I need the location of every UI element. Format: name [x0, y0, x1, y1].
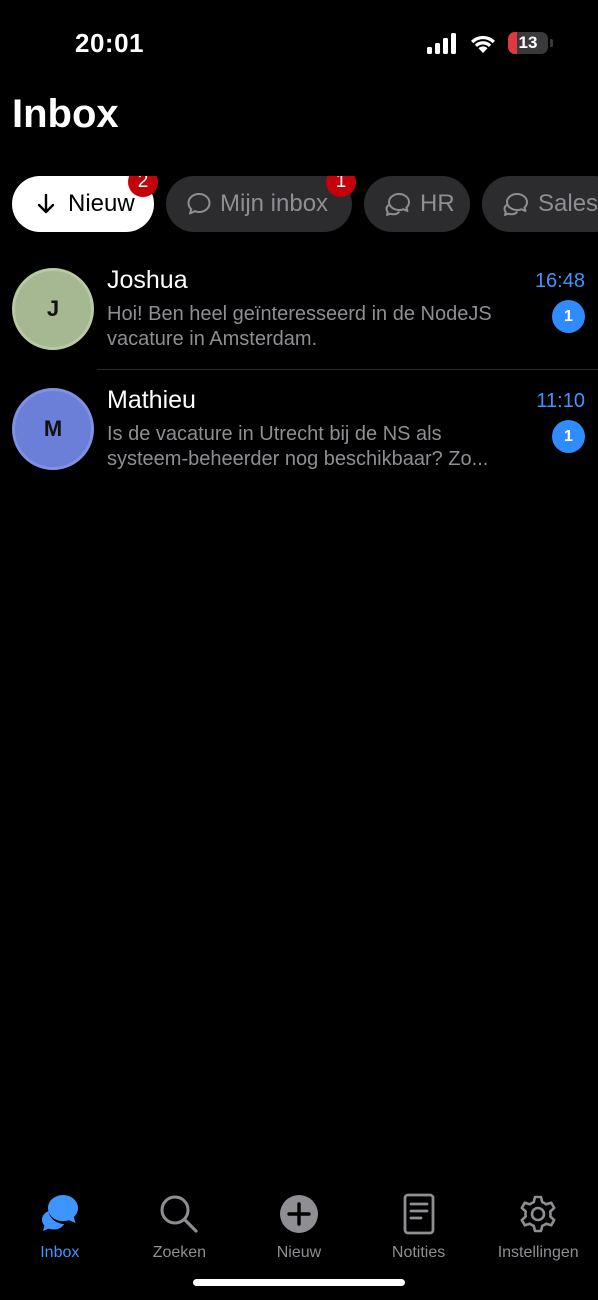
- tab-label: Inbox: [40, 1244, 80, 1261]
- tab-label: Nieuw: [276, 1244, 322, 1261]
- filter-chip-hr[interactable]: HR: [364, 176, 470, 232]
- status-bar: 20:01 13: [0, 0, 598, 90]
- unread-count-badge: 1: [326, 176, 356, 197]
- filter-chip-label: Mijn inbox: [220, 190, 329, 217]
- conversation-list: J Joshua 16:48 Hoi! Ben heel geïnteresse…: [0, 250, 598, 490]
- filter-chip-label: HR: [420, 190, 455, 217]
- conversation-name: Mathieu: [107, 386, 196, 414]
- notes-icon: [403, 1193, 434, 1235]
- inbox-chat-icon: [41, 1195, 78, 1231]
- status-icons: 13: [426, 32, 553, 54]
- page-title: Inbox: [12, 92, 119, 136]
- unread-badge: 1: [552, 420, 585, 453]
- tab-label: Instellingen: [497, 1244, 579, 1261]
- chat-bubbles-icon: [503, 193, 528, 216]
- preview-line: Hoi! Ben heel geïnteresseerd in de NodeJ…: [107, 303, 492, 325]
- plus-circle-icon: [279, 1195, 318, 1233]
- tab-bar: Inbox Zoeken Nieuw Notities Instellingen: [0, 1178, 598, 1268]
- tab-label: Zoeken: [152, 1244, 207, 1261]
- battery-percentage: 13: [518, 33, 538, 52]
- conversation-name: Joshua: [107, 266, 188, 294]
- tab-notities[interactable]: Notities: [359, 1178, 479, 1268]
- conversation-preview: Hoi! Ben heel geïnteresseerd in de NodeJ…: [107, 302, 537, 352]
- tab-zoeken[interactable]: Zoeken: [120, 1178, 240, 1268]
- chat-bubble-icon: [187, 193, 211, 215]
- gear-icon: [520, 1195, 556, 1233]
- unread-badge: 1: [552, 300, 585, 333]
- home-indicator: [193, 1279, 405, 1286]
- filter-chips: Nieuw 2 Mijn inbox 1 HR Sales: [12, 176, 598, 232]
- filter-chip-sales[interactable]: Sales: [482, 176, 598, 232]
- filter-chip-label: Nieuw: [68, 190, 135, 217]
- conversation-time: 16:48: [534, 270, 585, 292]
- conversation-time: 11:10: [536, 390, 585, 412]
- arrow-down-icon: [37, 193, 55, 214]
- preview-line: systeem-beheerder nog beschikbaar? Zo...: [107, 448, 489, 470]
- status-time: 20:01: [75, 28, 144, 58]
- filter-chip-label: Sales: [538, 190, 598, 217]
- conversation-preview: Is de vacature in Utrecht bij de NS als …: [107, 422, 537, 472]
- avatar: M: [12, 388, 94, 470]
- filter-chip-nieuw[interactable]: Nieuw 2: [12, 176, 158, 232]
- cellular-signal-icon: [427, 33, 456, 54]
- battery-cap: [550, 39, 553, 47]
- tab-instellingen[interactable]: Instellingen: [478, 1178, 598, 1268]
- tab-label: Notities: [391, 1244, 446, 1261]
- search-icon: [160, 1195, 198, 1233]
- battery-level-fill: [508, 32, 517, 54]
- conversation-row[interactable]: M Mathieu 11:10 Is de vacature in Utrech…: [0, 370, 598, 490]
- conversation-row[interactable]: J Joshua 16:48 Hoi! Ben heel geïnteresse…: [0, 250, 598, 370]
- filter-chip-mijn-inbox[interactable]: Mijn inbox 1: [166, 176, 356, 232]
- tab-nieuw[interactable]: Nieuw: [239, 1178, 359, 1268]
- wifi-icon: [471, 35, 495, 53]
- chat-bubbles-icon: [385, 193, 410, 216]
- avatar: J: [12, 268, 94, 350]
- battery-icon: 13: [508, 32, 553, 54]
- tab-inbox[interactable]: Inbox: [0, 1178, 120, 1268]
- preview-line: vacature in Amsterdam.: [107, 328, 318, 350]
- preview-line: Is de vacature in Utrecht bij de NS als: [107, 423, 442, 445]
